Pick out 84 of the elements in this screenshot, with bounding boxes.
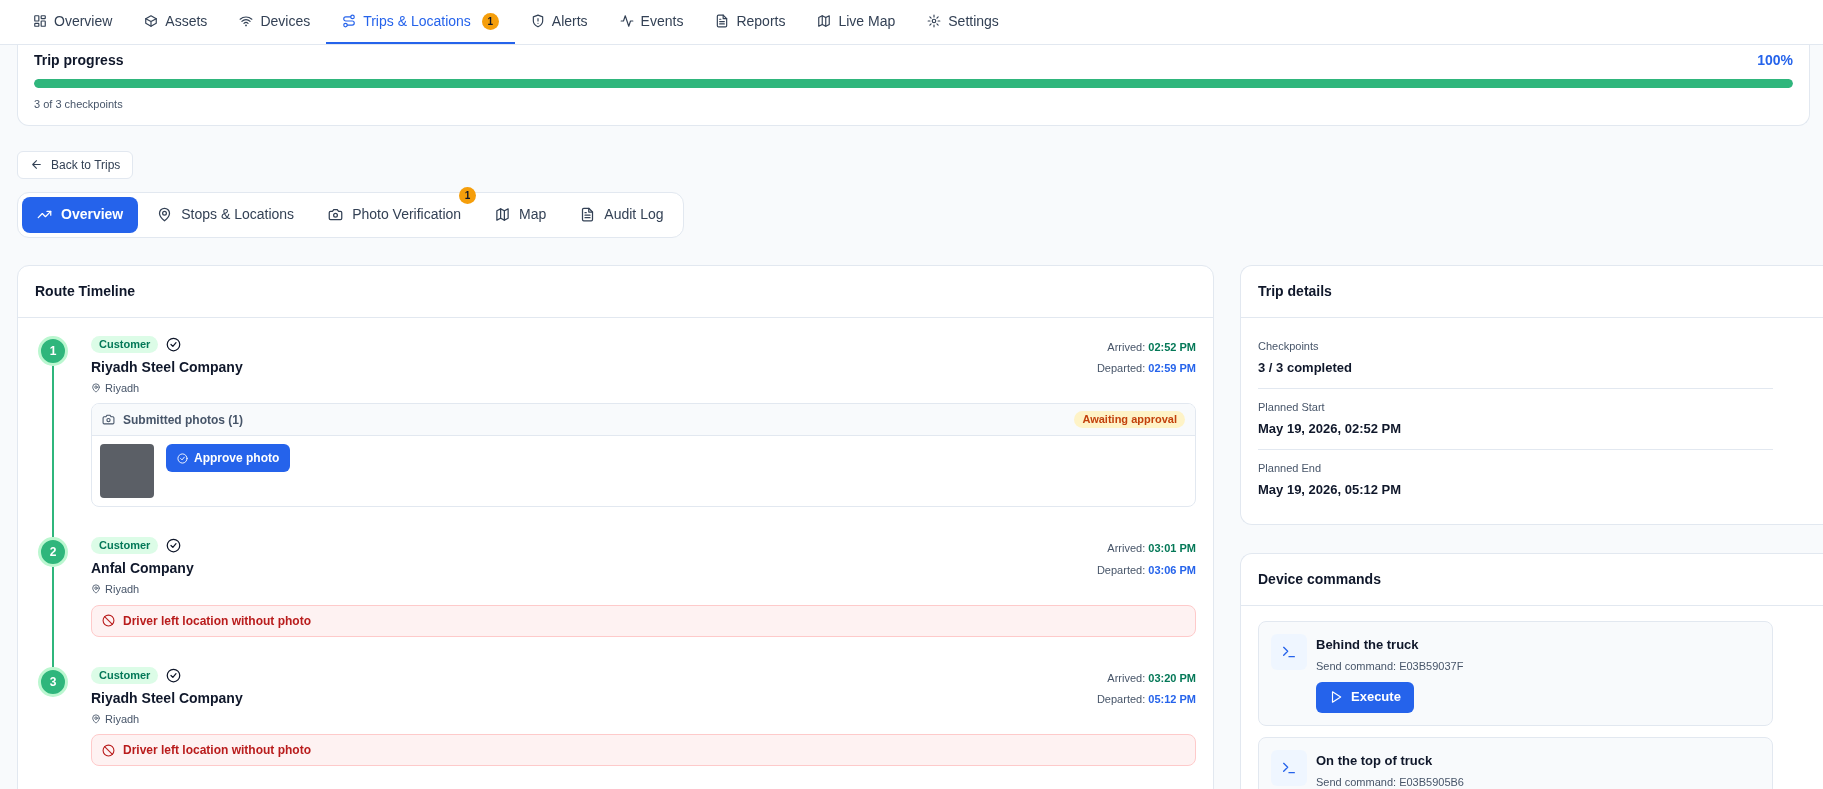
step-number: 3 [38,666,68,697]
route-icon [342,14,357,28]
nav-tab[interactable]: Live Map [801,0,912,44]
pin-icon [157,207,173,222]
count-badge: 1 [481,12,499,30]
shield-icon [530,14,545,28]
subtab[interactable]: Audit Log [565,196,679,233]
arrival-time: 03:01 PM [1148,542,1196,554]
field-value: May 19, 2026, 02:52 PM [1258,420,1403,438]
arrival-label: Arrived: [1107,542,1146,554]
arrival-time: 02:52 PM [1148,340,1196,353]
nav-tab[interactable]: Events [603,0,700,44]
nav-tab[interactable]: Assets [128,0,224,44]
wifi-icon [239,14,254,28]
command-name: On the top of truck [1316,751,1434,770]
back-button[interactable]: Back to Trips [17,150,134,179]
arrival-time: 03:20 PM [1148,671,1196,684]
count-badge: 1 [459,186,477,204]
field-label: Planned Start [1258,399,1326,415]
departure-time: 02:59 PM [1148,362,1196,374]
alert-message: Driver left location without photo [123,742,311,759]
field-value: 3 / 3 completed [1258,359,1353,377]
departure-label: Departed: [1096,362,1146,374]
cube-icon [144,14,159,28]
execute-button[interactable]: Execute [1316,681,1414,713]
stop-city: Riyadh [105,711,140,727]
stop-tag: Customer [91,335,159,353]
approve-button[interactable]: Approve photo [166,444,291,472]
pin-icon [91,584,101,595]
field-value: May 19, 2026, 05:12 PM [1258,481,1403,499]
card-title: Trip details [1258,281,1332,301]
camera-icon [328,207,344,222]
departure-label: Departed: [1096,693,1146,705]
step-number: 2 [38,537,68,567]
check-circle-icon [177,452,188,464]
arrow-left-icon [30,158,43,171]
subtab[interactable]: Map [480,196,562,233]
progress-percent: 100% [1757,51,1793,70]
photo-placeholder[interactable] [100,444,154,498]
pulse-icon [619,14,634,28]
pin-icon [91,713,101,724]
arrival-label: Arrived: [1107,671,1146,684]
stop-name: Anfal Company [91,559,194,578]
alert-message: Driver left location without photo [123,612,311,630]
status-badge: Awaiting approval [1074,411,1185,428]
nav-tab[interactable]: Overview [17,0,129,44]
subtab[interactable]: Stops & Locations [142,196,310,233]
command-code: Send command: E03B5905B6 [1316,775,1464,789]
nav-tab[interactable]: Reports [699,0,802,44]
subtab[interactable]: Overview [22,196,139,233]
document-icon [580,207,596,222]
photos-title: Submitted photos (1) [123,411,243,429]
stop-tag: Customer [91,666,159,684]
field-label: Planned End [1258,460,1322,476]
departure-time: 05:12 PM [1148,693,1196,705]
stop-city: Riyadh [105,380,140,396]
arrival-label: Arrived: [1107,340,1146,353]
map-icon [495,207,511,222]
nav-tab[interactable]: Alerts [514,0,604,44]
stop-name: Riyadh Steel Company [91,357,243,377]
progress-caption: 3 of 3 checkpoints [34,97,124,112]
departure-time: 03:06 PM [1148,563,1196,576]
departure-label: Departed: [1096,563,1146,576]
camera-icon [102,413,115,426]
stop-city: Riyadh [105,582,140,597]
card-title: Device commands [1258,569,1381,589]
nav-tab[interactable]: Devices [223,0,327,44]
nav-tab[interactable]: Settings [911,0,1015,44]
command-code: Send command: E03B59037F [1316,659,1464,674]
command-name: Behind the truck [1316,635,1420,654]
field-label: Checkpoints [1258,338,1320,354]
map-icon [817,14,832,28]
progress-title: Trip progress [34,51,124,70]
ban-icon [102,614,115,627]
pin-icon [91,382,101,393]
settings-icon [927,14,942,28]
stop-name: Riyadh Steel Company [91,688,243,708]
step-number: 1 [38,335,68,366]
ban-icon [102,743,115,757]
card-title: Route Timeline [35,281,136,301]
stop-tag: Customer [91,537,159,554]
grid-icon [33,14,47,28]
document-icon [715,14,730,28]
play-icon [1329,690,1343,704]
